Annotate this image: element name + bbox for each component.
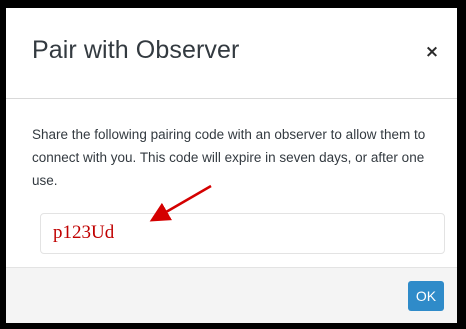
close-icon[interactable]: × xyxy=(422,42,442,62)
modal-title: Pair with Observer xyxy=(32,36,240,64)
modal-footer: OK xyxy=(6,267,457,323)
pairing-code-box: p123Ud xyxy=(40,213,445,254)
modal-body: Share the following pairing code with an… xyxy=(6,99,457,267)
pairing-code: p123Ud xyxy=(53,222,115,243)
ok-button[interactable]: OK xyxy=(408,281,444,311)
screenshot-frame: Pair with Observer × Share the following… xyxy=(0,0,466,329)
pair-observer-modal: Pair with Observer × Share the following… xyxy=(6,8,457,323)
pairing-instructions: Share the following pairing code with an… xyxy=(32,127,426,188)
modal-header: Pair with Observer × xyxy=(6,8,457,99)
